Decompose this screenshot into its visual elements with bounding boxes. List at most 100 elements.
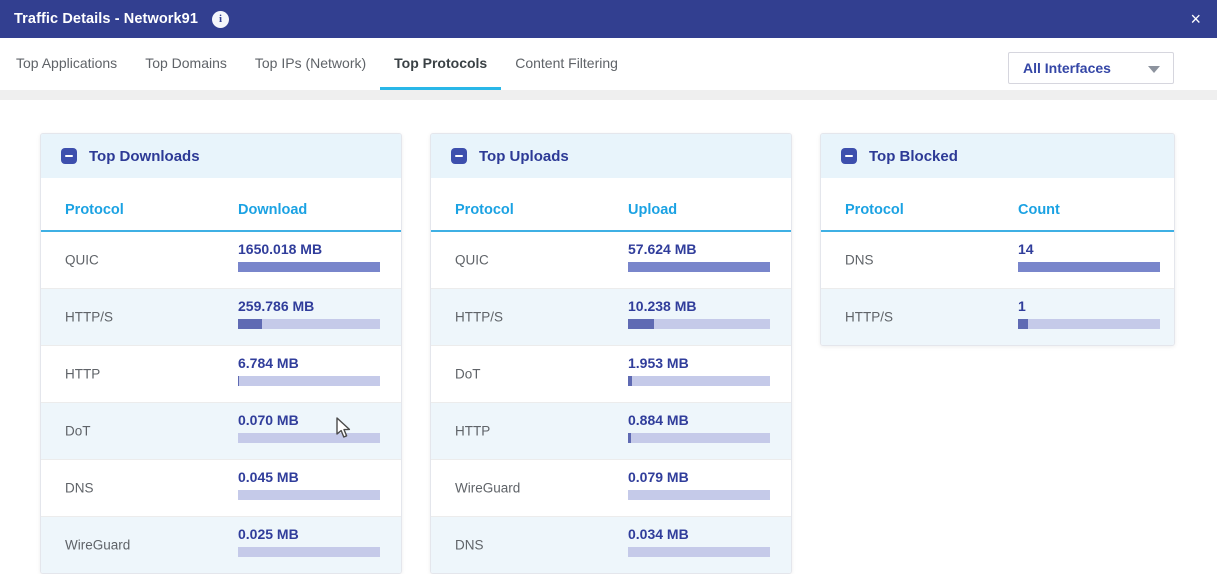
protocol-name: DNS <box>845 253 874 268</box>
progress-bar-fill <box>628 319 654 329</box>
chevron-down-icon <box>1148 66 1160 73</box>
collapse-minus-icon[interactable] <box>451 148 467 164</box>
table-header-row: Protocol Upload <box>431 178 791 232</box>
panel-header: Top Uploads <box>431 134 791 178</box>
value-cell: 1 <box>1018 298 1160 329</box>
value-cell: 0.070 MB <box>238 412 380 443</box>
progress-bar-track <box>628 319 770 329</box>
table-header-row: Protocol Count <box>821 178 1174 232</box>
value-label: 0.045 MB <box>238 469 380 485</box>
progress-bar-track <box>628 490 770 500</box>
progress-bar-fill <box>238 376 239 386</box>
value-cell: 1650.018 MB <box>238 241 380 272</box>
table-row: HTTP/S 1 <box>821 288 1174 345</box>
progress-bar-fill <box>1018 262 1160 272</box>
panel: Top Uploads Protocol Upload QUIC 57.624 … <box>430 133 792 574</box>
protocol-name: DoT <box>65 424 91 439</box>
table-row: WireGuard 0.079 MB <box>431 459 791 516</box>
value-label: 0.884 MB <box>628 412 770 428</box>
table-row: QUIC 1650.018 MB <box>41 232 401 288</box>
collapse-minus-icon[interactable] <box>61 148 77 164</box>
value-label: 1650.018 MB <box>238 241 380 257</box>
column-header-protocol: Protocol <box>65 202 124 218</box>
info-icon[interactable]: i <box>212 11 229 28</box>
table-row: DNS 14 <box>821 232 1174 288</box>
progress-bar-fill <box>628 433 631 443</box>
column-header-value: Count <box>1018 202 1060 218</box>
collapse-minus-icon[interactable] <box>841 148 857 164</box>
panel-title: Top Uploads <box>479 148 569 165</box>
table-row: DNS 0.045 MB <box>41 459 401 516</box>
tab-top-protocols[interactable]: Top Protocols <box>380 38 501 90</box>
protocol-name: DNS <box>455 538 484 553</box>
interface-dropdown[interactable]: All Interfaces <box>1008 52 1174 84</box>
column-header-value: Upload <box>628 202 677 218</box>
column-header-protocol: Protocol <box>455 202 514 218</box>
value-cell: 10.238 MB <box>628 298 770 329</box>
value-cell: 0.025 MB <box>238 526 380 557</box>
dialog-title: Traffic Details - Network91 <box>14 11 198 27</box>
progress-bar-track <box>238 376 380 386</box>
table-body: DNS 14 HTTP/S 1 <box>821 232 1174 345</box>
value-cell: 0.034 MB <box>628 526 770 557</box>
panel-header: Top Downloads <box>41 134 401 178</box>
progress-bar-track <box>238 547 380 557</box>
table-row: HTTP/S 259.786 MB <box>41 288 401 345</box>
progress-bar-fill <box>628 262 770 272</box>
progress-bar-fill <box>238 319 262 329</box>
protocol-name: HTTP <box>65 367 100 382</box>
value-cell: 57.624 MB <box>628 241 770 272</box>
protocol-name: WireGuard <box>455 481 520 496</box>
column-header-value: Download <box>238 202 307 218</box>
value-label: 0.034 MB <box>628 526 770 542</box>
table-row: DNS 0.034 MB <box>431 516 791 573</box>
value-label: 57.624 MB <box>628 241 770 257</box>
value-label: 259.786 MB <box>238 298 380 314</box>
progress-bar-track <box>238 319 380 329</box>
value-cell: 6.784 MB <box>238 355 380 386</box>
tab-top-ips-network[interactable]: Top IPs (Network) <box>241 38 380 90</box>
value-label: 10.238 MB <box>628 298 770 314</box>
tab-top-applications[interactable]: Top Applications <box>2 38 131 90</box>
table-body: QUIC 57.624 MB HTTP/S 10.238 MB DoT 1.95… <box>431 232 791 573</box>
progress-bar-track <box>628 376 770 386</box>
table-row: HTTP/S 10.238 MB <box>431 288 791 345</box>
protocol-name: HTTP/S <box>455 310 503 325</box>
value-label: 0.025 MB <box>238 526 380 542</box>
progress-bar-fill <box>1018 319 1028 329</box>
table-row: HTTP 6.784 MB <box>41 345 401 402</box>
value-cell: 0.045 MB <box>238 469 380 500</box>
progress-bar-track <box>1018 262 1160 272</box>
value-label: 6.784 MB <box>238 355 380 371</box>
progress-bar-track <box>628 262 770 272</box>
progress-bar-fill <box>238 262 380 272</box>
protocol-name: QUIC <box>455 253 489 268</box>
panel-title: Top Downloads <box>89 148 200 165</box>
close-icon[interactable]: × <box>1190 10 1201 28</box>
protocol-name: WireGuard <box>65 538 130 553</box>
panel: Top Blocked Protocol Count DNS 14 HTTP/S… <box>820 133 1175 346</box>
table-body: QUIC 1650.018 MB HTTP/S 259.786 MB HTTP … <box>41 232 401 573</box>
table-header-row: Protocol Download <box>41 178 401 232</box>
table-row: DoT 1.953 MB <box>431 345 791 402</box>
dialog-header: Traffic Details - Network91 i × <box>0 0 1217 38</box>
value-cell: 0.079 MB <box>628 469 770 500</box>
panel-title: Top Blocked <box>869 148 958 165</box>
value-cell: 0.884 MB <box>628 412 770 443</box>
value-label: 1.953 MB <box>628 355 770 371</box>
table-row: HTTP 0.884 MB <box>431 402 791 459</box>
column-header-protocol: Protocol <box>845 202 904 218</box>
table-row: DoT 0.070 MB <box>41 402 401 459</box>
tab-content-filtering[interactable]: Content Filtering <box>501 38 632 90</box>
progress-bar-fill <box>628 376 632 386</box>
tab-top-domains[interactable]: Top Domains <box>131 38 241 90</box>
value-label: 0.079 MB <box>628 469 770 485</box>
protocol-name: HTTP/S <box>845 310 893 325</box>
protocol-name: DNS <box>65 481 94 496</box>
protocol-name: QUIC <box>65 253 99 268</box>
value-label: 1 <box>1018 298 1160 314</box>
value-label: 14 <box>1018 241 1160 257</box>
progress-bar-track <box>238 433 380 443</box>
progress-bar-track <box>628 433 770 443</box>
panel: Top Downloads Protocol Download QUIC 165… <box>40 133 402 574</box>
